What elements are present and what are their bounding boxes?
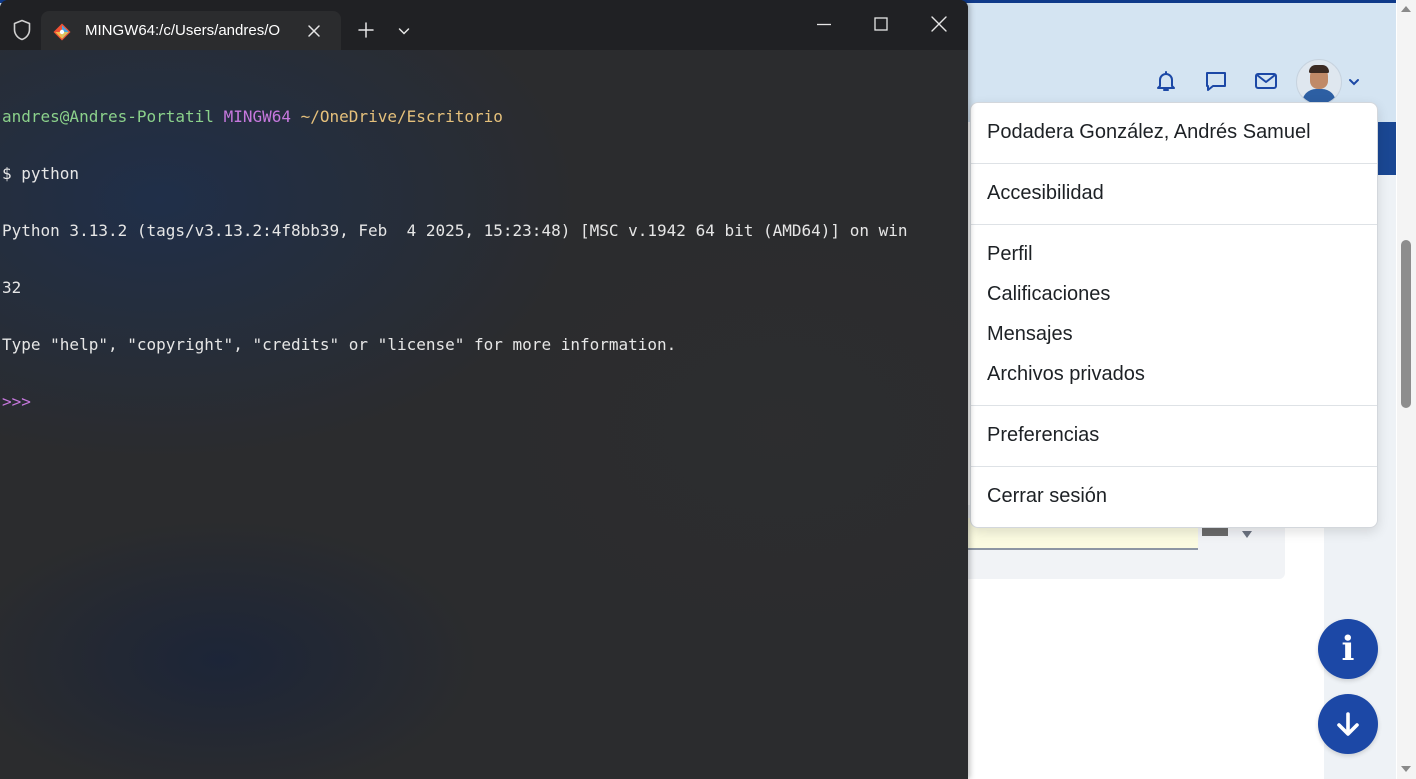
prompt-system: MINGW64	[223, 107, 291, 126]
menu-item-accessibility[interactable]: Accesibilidad	[987, 182, 1104, 205]
mail-icon[interactable]	[1252, 67, 1280, 95]
tab-close-icon[interactable]	[307, 24, 321, 38]
scroll-down-button[interactable]	[1318, 694, 1378, 754]
menu-user-name[interactable]: Podadera González, Andrés Samuel	[987, 121, 1311, 144]
terminal-titlebar[interactable]: MINGW64:/c/Users/andres/O	[0, 0, 968, 50]
user-menu-toggle[interactable]	[1296, 59, 1360, 105]
maximize-icon[interactable]	[871, 14, 891, 34]
command-line: $ python	[2, 164, 80, 183]
menu-item-logout[interactable]: Cerrar sesión	[987, 485, 1107, 508]
bell-icon[interactable]	[1152, 67, 1180, 95]
prompt-path: ~/OneDrive/Escritorio	[300, 107, 503, 126]
prompt-line: andres@Andres-Portatil MINGW64 ~/OneDriv…	[2, 107, 966, 126]
terminal-window[interactable]: MINGW64:/c/Users/andres/O andres@Andres-…	[0, 0, 968, 779]
arrow-down-icon	[1337, 712, 1359, 736]
info-button[interactable]: i	[1318, 619, 1378, 679]
menu-item-private-files[interactable]: Archivos privados	[987, 363, 1145, 386]
menu-item-grades[interactable]: Calificaciones	[987, 283, 1110, 306]
page-scrollbar[interactable]	[1397, 0, 1416, 779]
prompt-user: andres@Andres-Portatil	[2, 107, 214, 126]
menu-item-profile[interactable]: Perfil	[987, 243, 1033, 266]
tab-title: MINGW64:/c/Users/andres/O	[85, 22, 281, 39]
shield-icon	[13, 19, 31, 41]
chevron-down-icon	[1349, 79, 1359, 86]
scroll-up-arrow-icon[interactable]	[1401, 6, 1411, 12]
scrollbar-thumb[interactable]	[1401, 240, 1411, 408]
menu-item-preferences[interactable]: Preferencias	[987, 424, 1099, 447]
new-tab-icon[interactable]	[358, 22, 374, 38]
chat-icon[interactable]	[1202, 67, 1230, 95]
avatar	[1296, 59, 1342, 105]
terminal-tab[interactable]: MINGW64:/c/Users/andres/O	[41, 11, 341, 50]
minimize-icon[interactable]	[814, 14, 834, 34]
menu-divider	[971, 163, 1377, 164]
chevron-down-icon[interactable]	[398, 26, 410, 36]
close-icon[interactable]	[929, 14, 949, 34]
terminal-console[interactable]: andres@Andres-Portatil MINGW64 ~/OneDriv…	[2, 69, 966, 449]
menu-item-messages[interactable]: Mensajes	[987, 323, 1073, 346]
output-line: Python 3.13.2 (tags/v3.13.2:4f8bb39, Feb…	[2, 221, 908, 240]
scroll-down-arrow-icon[interactable]	[1401, 766, 1411, 772]
output-line: 32	[2, 278, 22, 297]
caret-down-icon[interactable]	[1242, 531, 1252, 538]
repl-prompt[interactable]: >>>	[2, 392, 966, 411]
info-icon: i	[1341, 629, 1355, 669]
menu-divider	[971, 224, 1377, 225]
header-icons	[1152, 61, 1302, 101]
user-dropdown-menu: Podadera González, Andrés Samuel Accesib…	[970, 102, 1378, 528]
menu-divider	[971, 466, 1377, 467]
git-bash-icon	[53, 23, 71, 41]
output-line: Type "help", "copyright", "credits" or "…	[2, 335, 677, 354]
menu-divider	[971, 405, 1377, 406]
